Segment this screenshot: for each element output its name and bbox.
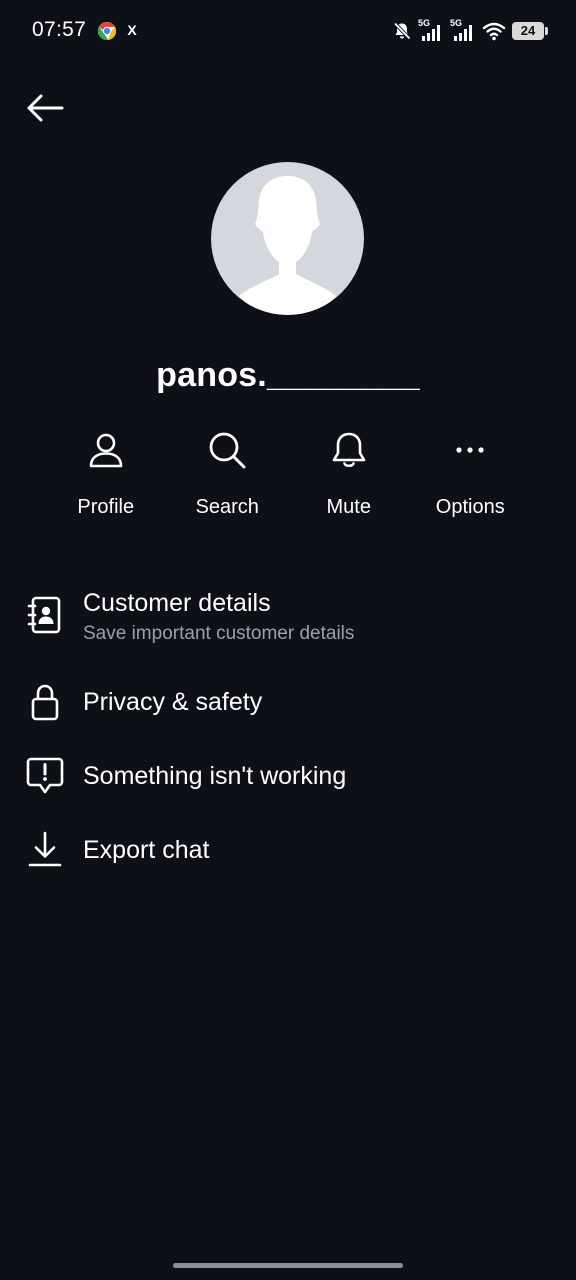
profile-button[interactable]: Profile: [45, 428, 167, 519]
status-bar: 07:57 X 5G 5G 24: [0, 0, 576, 62]
customer-details-item[interactable]: Customer details Save important customer…: [0, 578, 576, 658]
chrome-notification-icon: [98, 22, 116, 41]
back-button[interactable]: [22, 88, 68, 128]
customer-details-subtitle: Save important customer details: [83, 623, 355, 644]
bell-icon: [327, 428, 371, 472]
customer-details-title: Customer details: [83, 589, 271, 617]
export-chat-item[interactable]: Export chat: [0, 820, 576, 884]
lock-icon: [24, 681, 66, 723]
search-icon: [205, 428, 249, 472]
mute-button[interactable]: Mute: [288, 428, 410, 519]
options-button[interactable]: Options: [410, 428, 532, 519]
privacy-safety-item[interactable]: Privacy & safety: [0, 672, 576, 736]
privacy-safety-title: Privacy & safety: [83, 688, 263, 716]
profile-label: Profile: [77, 496, 135, 518]
x-notification-icon: X: [127, 22, 137, 38]
back-arrow-icon: [27, 94, 64, 122]
search-button[interactable]: Search: [167, 428, 289, 519]
action-row: Profile Search Mute Options: [45, 428, 531, 519]
contact-book-icon: [24, 594, 66, 636]
silent-bell-icon: [393, 22, 411, 40]
mute-label: Mute: [326, 496, 371, 518]
status-right: 5G 5G 24: [392, 18, 548, 43]
options-label: Options: [435, 496, 505, 518]
contact-name: panos.________: [156, 356, 420, 394]
signal-2-icon: 5G: [450, 18, 476, 42]
home-gesture-bar[interactable]: [173, 1263, 403, 1268]
more-icon: [448, 428, 492, 472]
status-time: 07:57: [32, 18, 87, 41]
person-icon: [84, 428, 128, 472]
battery-indicator: 24: [512, 22, 548, 40]
contact-avatar[interactable]: [211, 162, 364, 315]
default-avatar-silhouette-icon: [239, 176, 336, 315]
wifi-icon: [482, 22, 506, 41]
search-label: Search: [195, 496, 259, 518]
export-chat-title: Export chat: [83, 836, 210, 864]
report-issue-item[interactable]: Something isn't working: [0, 746, 576, 810]
report-issue-title: Something isn't working: [83, 762, 347, 790]
download-icon: [24, 829, 66, 871]
report-icon: [24, 755, 66, 797]
signal-1-icon: 5G: [418, 18, 444, 42]
